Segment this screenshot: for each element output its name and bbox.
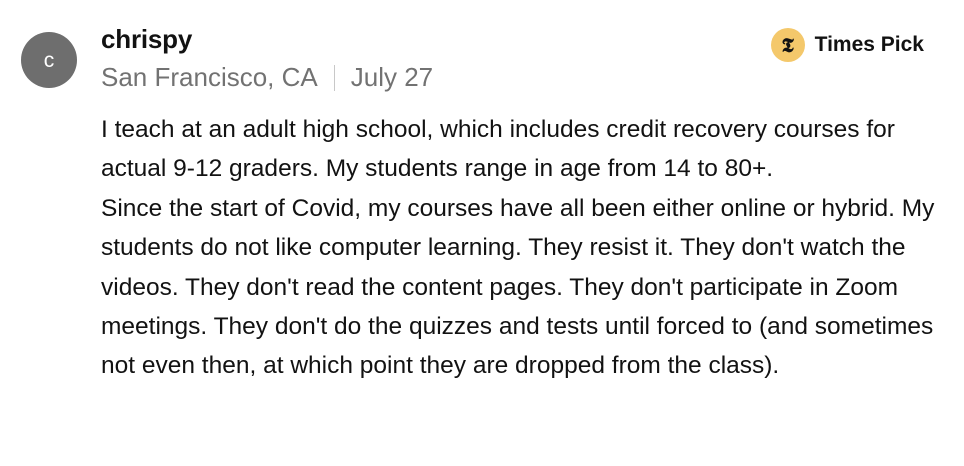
comment-location: San Francisco, CA: [101, 62, 318, 92]
comment-paragraph: I teach at an adult high school, which i…: [101, 116, 895, 183]
nyt-t-logo-icon: 𝕿: [770, 28, 805, 62]
avatar[interactable]: c: [21, 32, 77, 88]
comment-date: July 27: [350, 62, 434, 92]
comment-meta: San Francisco, CA July 27: [101, 62, 433, 93]
times-pick-badge: 𝕿 Times Pick: [770, 28, 924, 62]
comment-body: I teach at an adult high school, which i…: [101, 110, 941, 386]
comment-paragraph: Since the start of Covid, my courses hav…: [101, 194, 935, 380]
comment-card: c chrispy San Francisco, CA July 27 𝕿 Ti…: [0, 0, 964, 466]
avatar-letter: c: [43, 48, 55, 72]
times-pick-label: Times Pick: [814, 33, 924, 56]
comment-author[interactable]: chrispy: [101, 24, 192, 55]
meta-divider: [333, 64, 335, 91]
